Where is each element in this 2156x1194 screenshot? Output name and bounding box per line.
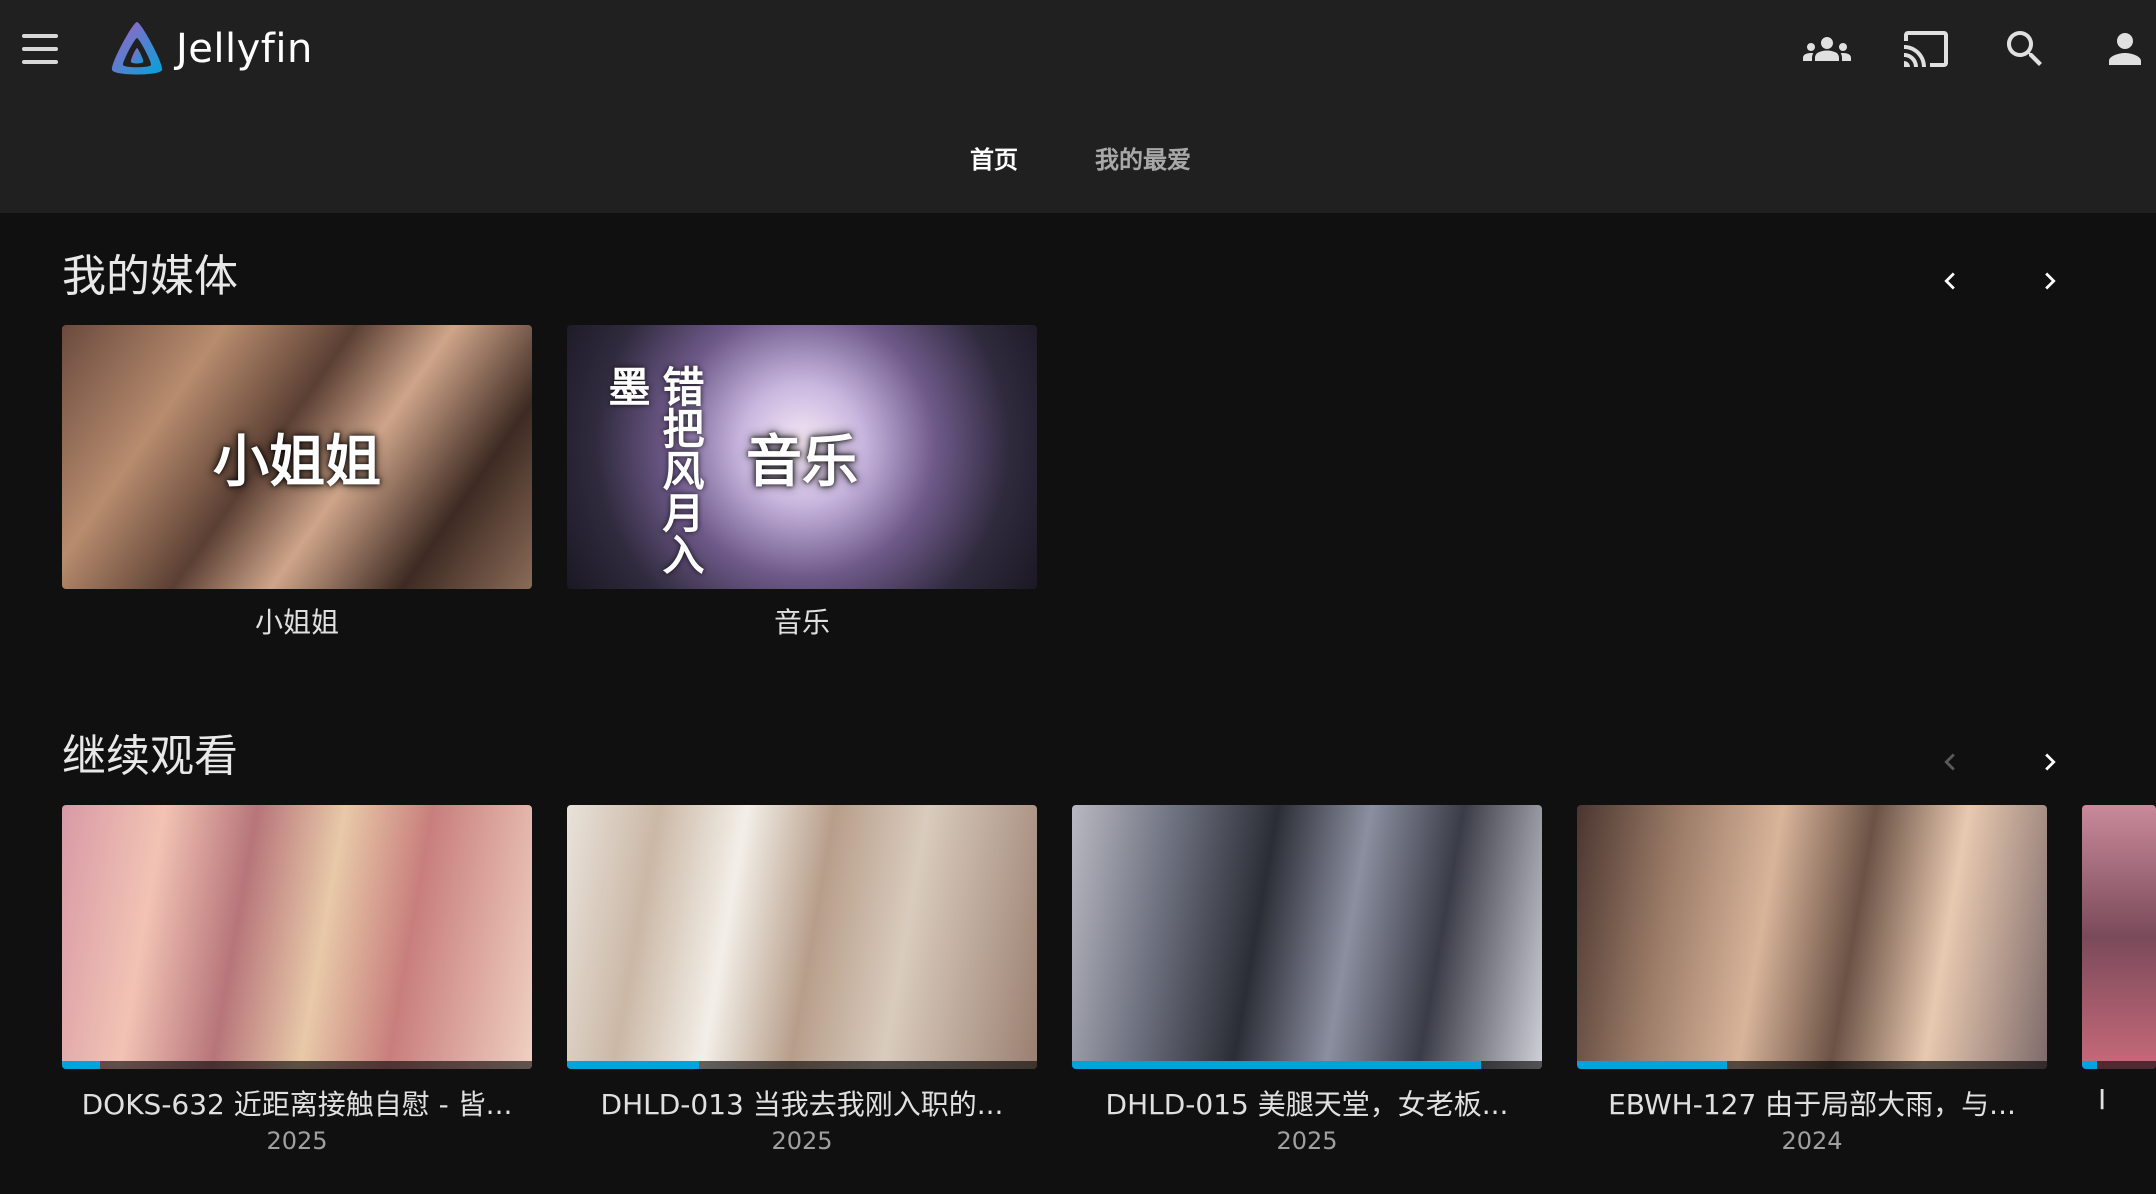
my-media-next-button[interactable] — [2025, 256, 2075, 306]
people-icon[interactable] — [1800, 24, 1854, 74]
media-year: 2025 — [771, 1127, 833, 1155]
media-year: 2024 — [1781, 1127, 1843, 1155]
progress-fill — [2082, 1061, 2097, 1069]
media-year: 2025 — [1276, 1127, 1338, 1155]
continue-watching-title: 继续观看 — [62, 731, 238, 782]
library-overlay-title: 小姐姐 — [213, 429, 381, 495]
library-name[interactable]: 音乐 — [567, 601, 1037, 641]
media-card[interactable]: EBWH-127 由于局部大雨，与... 2024 — [1577, 805, 2047, 1165]
media-card-partial[interactable]: I — [2082, 805, 2156, 1165]
progress-bar — [2082, 1061, 2156, 1069]
tab-favorites[interactable]: 我的最爱 — [1095, 140, 1191, 175]
continue-watching-prev-button[interactable] — [1925, 737, 1975, 787]
chevron-left-icon — [1944, 272, 1955, 290]
media-thumbnail[interactable] — [2082, 805, 2156, 1069]
progress-bar — [567, 1061, 1037, 1069]
my-media-title: 我的媒体 — [62, 251, 238, 302]
media-thumbnail[interactable] — [62, 805, 532, 1069]
media-title[interactable]: DOKS-632 近距离接触自慰 - 皆... — [62, 1083, 532, 1123]
chevron-right-icon — [2045, 272, 2056, 290]
library-overlay-title: 音乐 — [746, 429, 858, 495]
progress-fill — [1072, 1061, 1481, 1069]
continue-watching-next-button[interactable] — [2025, 737, 2075, 787]
cast-icon[interactable] — [1899, 24, 1953, 74]
chevron-right-icon — [2045, 753, 2056, 771]
media-year: 2025 — [266, 1127, 328, 1155]
library-name[interactable]: 小姐姐 — [62, 601, 532, 641]
user-icon[interactable] — [2098, 24, 2152, 74]
media-card[interactable]: DHLD-013 当我去我刚入职的... 2025 — [567, 805, 1037, 1165]
media-title[interactable]: DHLD-015 美腿天堂，女老板... — [1072, 1083, 1542, 1123]
progress-bar — [1072, 1061, 1542, 1069]
media-card[interactable]: DOKS-632 近距离接触自慰 - 皆... 2025 — [62, 805, 532, 1165]
media-title[interactable]: EBWH-127 由于局部大雨，与... — [1577, 1083, 2047, 1123]
progress-bar — [62, 1061, 532, 1069]
library-thumbnail[interactable]: 错把风月入墨 音乐 — [567, 325, 1037, 589]
menu-icon[interactable] — [20, 32, 60, 66]
media-title[interactable]: I — [2082, 1083, 2156, 1116]
app-name: Jellyfin — [176, 26, 313, 72]
search-icon[interactable] — [1998, 24, 2052, 74]
library-card[interactable]: 错把风月入墨 音乐 音乐 — [567, 325, 1037, 645]
tab-home[interactable]: 首页 — [970, 140, 1018, 175]
progress-fill — [567, 1061, 699, 1069]
media-title[interactable]: DHLD-013 当我去我刚入职的... — [567, 1083, 1037, 1123]
library-thumbnail[interactable]: 小姐姐 — [62, 325, 532, 589]
app-header: Jellyfin 首页 我的最爱 — [0, 0, 2156, 213]
my-media-prev-button[interactable] — [1925, 256, 1975, 306]
home-tabs: 首页 我的最爱 — [0, 140, 2156, 180]
chevron-left-icon — [1944, 753, 1955, 771]
app-logo[interactable]: Jellyfin — [106, 18, 313, 80]
media-card[interactable]: DHLD-015 美腿天堂，女老板... 2025 — [1072, 805, 1542, 1165]
media-thumbnail[interactable] — [567, 805, 1037, 1069]
jellyfin-logo-icon — [111, 22, 163, 75]
media-thumbnail[interactable] — [1072, 805, 1542, 1069]
progress-fill — [1577, 1061, 1728, 1069]
progress-bar — [1577, 1061, 2047, 1069]
library-card[interactable]: 小姐姐 小姐姐 — [62, 325, 532, 645]
media-thumbnail[interactable] — [1577, 805, 2047, 1069]
progress-fill — [62, 1061, 100, 1069]
